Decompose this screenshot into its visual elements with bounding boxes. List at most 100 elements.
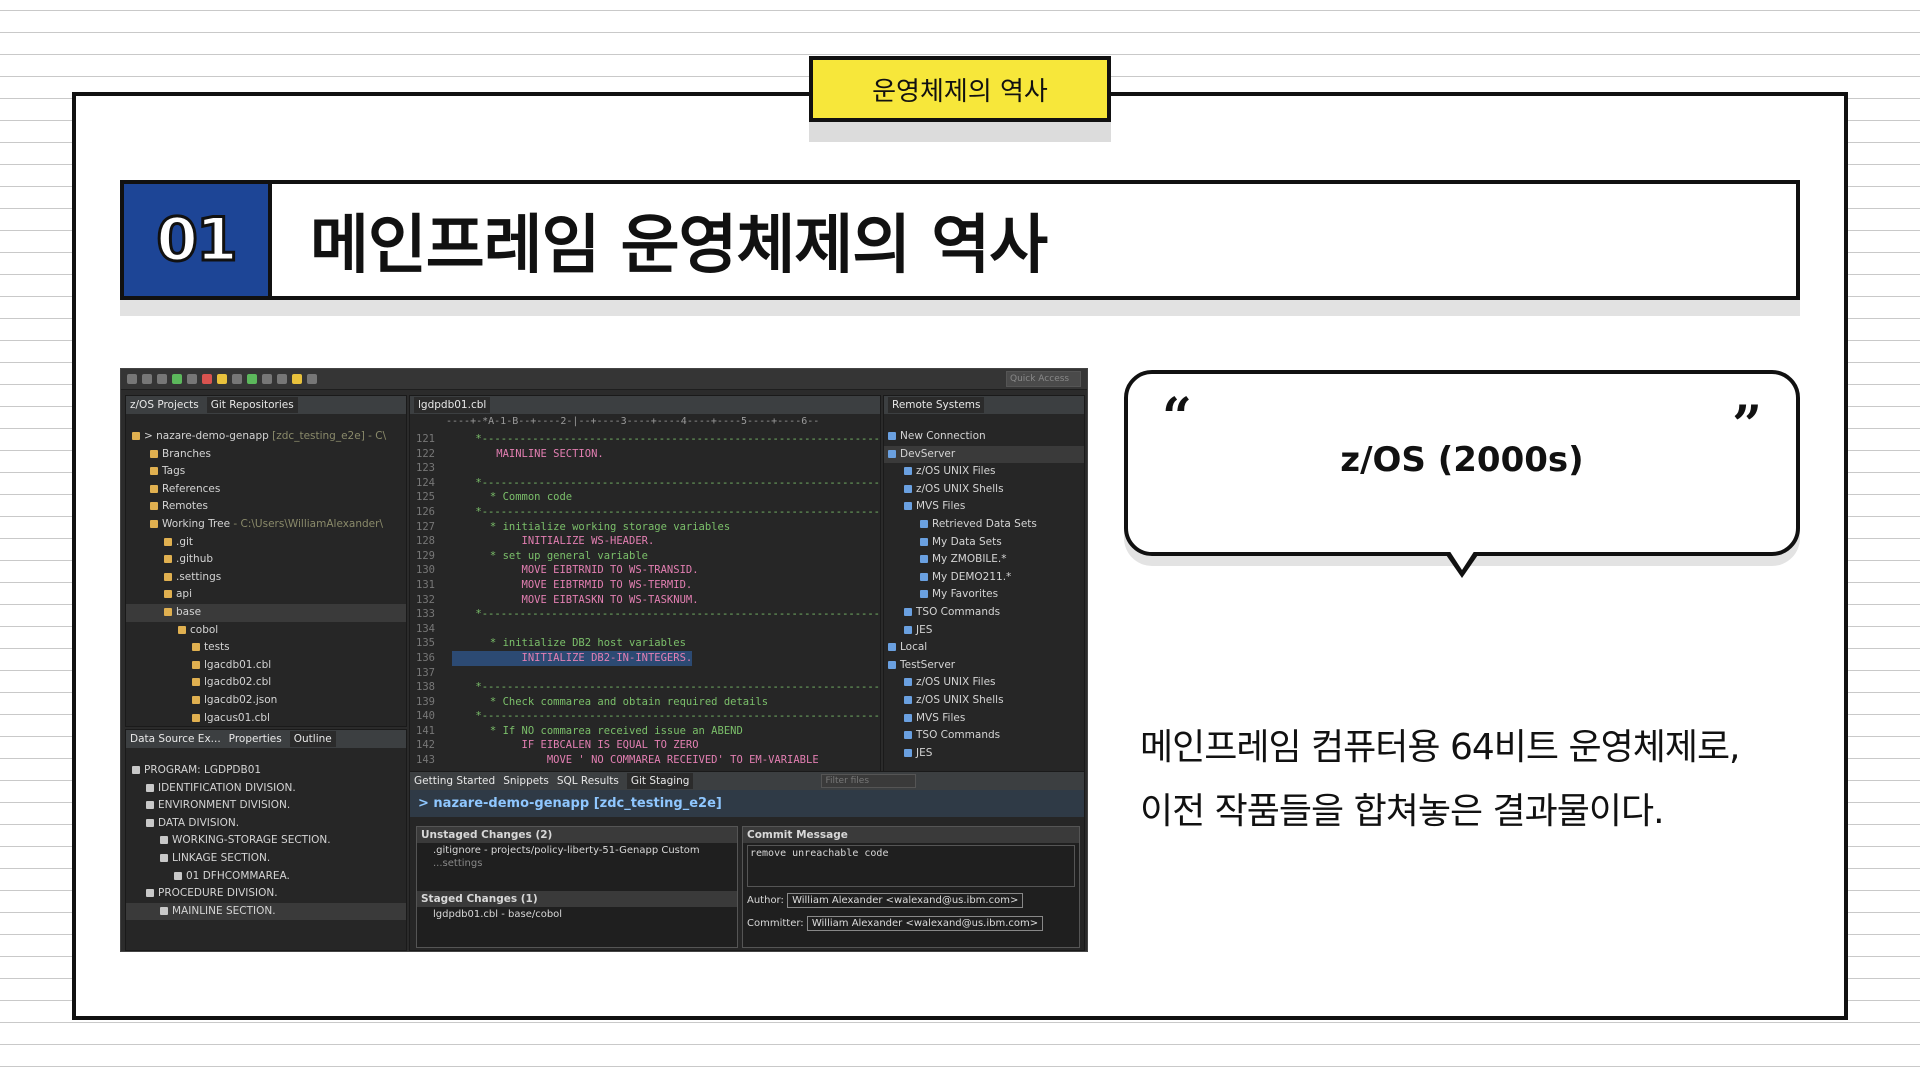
code-line[interactable]: 132 MOVE EIBTASKN TO WS-TASKNUM. xyxy=(410,593,880,608)
git-tree-item[interactable]: > nazare-demo-genapp [zdc_testing_e2e] -… xyxy=(126,428,406,446)
remote-tree-item[interactable]: z/OS UNIX Files xyxy=(884,463,1084,481)
remote-tree-item[interactable]: DevServer xyxy=(884,445,1084,464)
tab-getting-started[interactable]: Getting Started xyxy=(414,775,495,787)
remote-tree-item[interactable]: New Connection xyxy=(884,428,1084,446)
code-line[interactable]: 136 INITIALIZE DB2-IN-INTEGERS. xyxy=(410,650,880,666)
outline-item[interactable]: PROCEDURE DIVISION. xyxy=(126,885,406,903)
tab-data-source-explorer[interactable]: Data Source Ex... xyxy=(130,733,221,745)
outline-item[interactable]: 01 DFHCOMMAREA. xyxy=(126,868,406,886)
tab-zos-projects[interactable]: z/OS Projects xyxy=(130,399,199,411)
code-line[interactable]: 121 *-----------------------------------… xyxy=(410,432,880,447)
tab-outline[interactable]: Outline xyxy=(289,731,336,747)
pause-icon[interactable] xyxy=(187,374,197,384)
git-tree-item[interactable]: .github xyxy=(126,551,406,569)
tab-git-repositories[interactable]: Git Repositories xyxy=(206,397,298,413)
code-line[interactable]: 123 xyxy=(410,461,880,476)
staged-item[interactable]: lgdpdb01.cbl - base/cobol xyxy=(417,907,737,922)
remote-tree-item[interactable]: TSO Commands xyxy=(884,727,1084,745)
tab-sql-results[interactable]: SQL Results xyxy=(557,775,619,787)
back-icon[interactable] xyxy=(262,374,272,384)
code-line[interactable]: 125 * Common code xyxy=(410,490,880,505)
git-tree-item[interactable]: .settings xyxy=(126,569,406,587)
remote-tree-item[interactable]: JES xyxy=(884,745,1084,763)
code-line[interactable]: 134 xyxy=(410,622,880,637)
search-icon[interactable] xyxy=(232,374,242,384)
tab-lgdpdb01[interactable]: lgdpdb01.cbl xyxy=(414,397,491,413)
bookmark-icon[interactable] xyxy=(292,374,302,384)
code-line[interactable]: 126 *-----------------------------------… xyxy=(410,505,880,520)
code-line[interactable]: 135 * initialize DB2 host variables xyxy=(410,636,880,651)
tab-snippets[interactable]: Snippets xyxy=(503,775,549,787)
remote-tree-item[interactable]: TSO Commands xyxy=(884,604,1084,622)
outline-item[interactable]: PROGRAM: LGDPDB01 xyxy=(126,762,406,780)
outline-item[interactable]: WORKING-STORAGE SECTION. xyxy=(126,832,406,850)
git-tree-item[interactable]: References xyxy=(126,481,406,499)
outline-item[interactable]: IDENTIFICATION DIVISION. xyxy=(126,780,406,798)
stop-icon[interactable] xyxy=(202,374,212,384)
run-icon[interactable] xyxy=(172,374,182,384)
git-tree-item[interactable]: .git xyxy=(126,534,406,552)
filter-files-input[interactable]: Filter files xyxy=(821,774,917,788)
author-field[interactable]: William Alexander <walexand@us.ibm.com> xyxy=(787,893,1024,908)
remote-tree-item[interactable]: My ZMOBILE.* xyxy=(884,551,1084,569)
unstaged-item[interactable]: .gitignore - projects/policy-liberty-51-… xyxy=(417,843,737,858)
remote-tree-item[interactable]: JES xyxy=(884,622,1084,640)
new-file-icon[interactable] xyxy=(127,374,137,384)
save-icon[interactable] xyxy=(142,374,152,384)
debug-icon[interactable] xyxy=(247,374,257,384)
code-line[interactable]: 138 *-----------------------------------… xyxy=(410,680,880,695)
code-line[interactable]: 129 * set up general variable xyxy=(410,549,880,564)
code-line[interactable]: 128 INITIALIZE WS-HEADER. xyxy=(410,534,880,549)
code-line[interactable]: 127 * initialize working storage variabl… xyxy=(410,520,880,535)
remote-tree-item[interactable]: My DEMO211.* xyxy=(884,569,1084,587)
outline-item[interactable]: MAINLINE SECTION. xyxy=(126,902,406,921)
remote-tree-item[interactable]: Local xyxy=(884,639,1084,657)
committer-field[interactable]: William Alexander <walexand@us.ibm.com> xyxy=(806,916,1044,931)
remote-tree-item[interactable]: TestServer xyxy=(884,657,1084,675)
code-line[interactable]: 141 * If NO commarea received issue an A… xyxy=(410,724,880,739)
git-tree-item[interactable]: lgacdb02.json xyxy=(126,692,406,710)
git-tree-item[interactable]: lgacdb01.cbl xyxy=(126,657,406,675)
commit-message-input[interactable]: remove unreachable code xyxy=(747,845,1075,887)
code-line[interactable]: 142 IF EIBCALEN IS EQUAL TO ZERO xyxy=(410,738,880,753)
code-line[interactable]: 143 MOVE ' NO COMMAREA RECEIVED' TO EM-V… xyxy=(410,753,880,768)
code-line[interactable]: 130 MOVE EIBTRNID TO WS-TRANSID. xyxy=(410,563,880,578)
remote-tree-item[interactable]: MVS Files xyxy=(884,710,1084,728)
code-line[interactable]: 131 MOVE EIBTRMID TO WS-TERMID. xyxy=(410,578,880,593)
git-tree-item[interactable]: tests xyxy=(126,639,406,657)
quick-access-input[interactable]: Quick Access xyxy=(1006,371,1081,387)
folder-icon[interactable] xyxy=(217,374,227,384)
git-tree-item[interactable]: base xyxy=(126,603,406,622)
tab-remote-systems[interactable]: Remote Systems xyxy=(888,397,985,413)
code-line[interactable]: 133 *-----------------------------------… xyxy=(410,607,880,622)
git-tree-item[interactable]: Remotes xyxy=(126,498,406,516)
git-tree-item[interactable]: lgacus01.cbl xyxy=(126,710,406,727)
remote-tree-item[interactable]: MVS Files xyxy=(884,498,1084,516)
git-tree-item[interactable]: Working Tree - C:\Users\WilliamAlexander… xyxy=(126,516,406,534)
code-line[interactable]: 124 *-----------------------------------… xyxy=(410,476,880,491)
settings-icon[interactable] xyxy=(307,374,317,384)
code-line[interactable]: 122 MAINLINE SECTION. xyxy=(410,447,880,462)
remote-tree-item[interactable]: z/OS UNIX Shells xyxy=(884,692,1084,710)
tab-git-staging[interactable]: Git Staging xyxy=(626,773,694,789)
tab-properties[interactable]: Properties xyxy=(229,733,282,745)
remote-tree-item[interactable]: z/OS UNIX Shells xyxy=(884,481,1084,499)
forward-icon[interactable] xyxy=(277,374,287,384)
code-line[interactable]: 140 *-----------------------------------… xyxy=(410,709,880,724)
outline-item[interactable]: ENVIRONMENT DIVISION. xyxy=(126,797,406,815)
save-all-icon[interactable] xyxy=(157,374,167,384)
code-line[interactable]: 137 xyxy=(410,666,880,681)
outline-item[interactable]: LINKAGE SECTION. xyxy=(126,850,406,868)
git-tree-item[interactable]: api xyxy=(126,586,406,604)
git-tree-item[interactable]: Branches xyxy=(126,446,406,464)
outline-item[interactable]: DATA DIVISION. xyxy=(126,815,406,833)
code-line[interactable]: 139 * Check commarea and obtain required… xyxy=(410,695,880,710)
remote-tree-item[interactable]: My Favorites xyxy=(884,586,1084,604)
remote-tree-item[interactable]: Retrieved Data Sets xyxy=(884,516,1084,534)
remote-tree-item[interactable]: My Data Sets xyxy=(884,534,1084,552)
git-tree-item[interactable]: Tags xyxy=(126,463,406,481)
remote-tree-item[interactable]: z/OS UNIX Files xyxy=(884,674,1084,692)
git-tree-item[interactable]: cobol xyxy=(126,622,406,640)
unstaged-item[interactable]: ...settings xyxy=(417,858,737,869)
git-tree-item[interactable]: lgacdb02.cbl xyxy=(126,674,406,692)
